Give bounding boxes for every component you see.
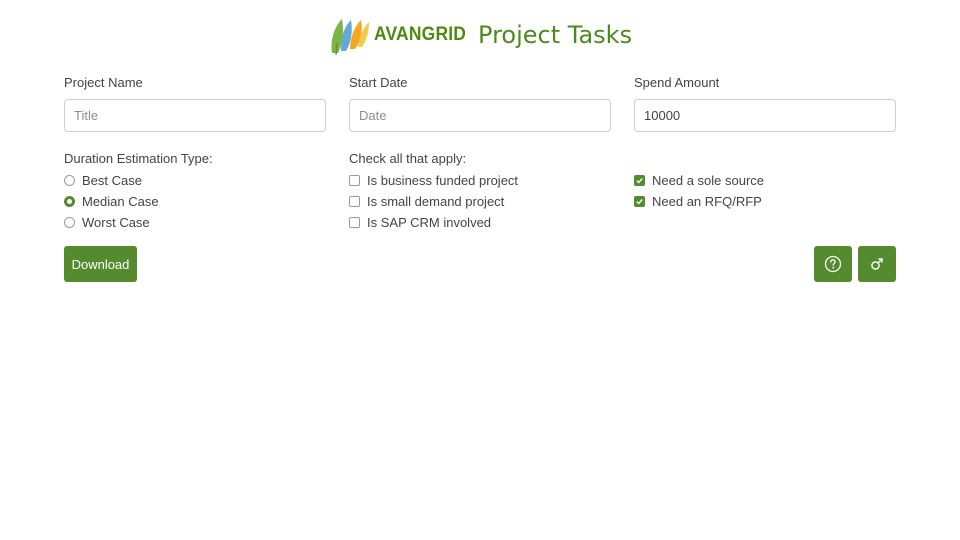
check-small-demand[interactable]: Is small demand project bbox=[349, 192, 504, 210]
checkmark-icon bbox=[636, 177, 643, 184]
radio-median-case[interactable]: Median Case bbox=[64, 192, 159, 210]
radio-label: Best Case bbox=[82, 172, 142, 188]
start-date-label: Start Date bbox=[349, 75, 408, 90]
radio-button-selected[interactable] bbox=[64, 195, 75, 207]
spend-amount-label: Spend Amount bbox=[634, 75, 720, 90]
check-business-funded[interactable]: Is business funded project bbox=[349, 171, 518, 189]
logo: AVANGRID Project Tasks bbox=[328, 13, 632, 57]
checkbox-checked[interactable] bbox=[634, 174, 645, 186]
checkbox-label: Is small demand project bbox=[367, 193, 505, 209]
radio-worst-case[interactable]: Worst Case bbox=[64, 213, 150, 231]
leaf-logo-icon bbox=[331, 19, 369, 56]
checkbox-checked[interactable] bbox=[634, 195, 645, 207]
page-title: Project Tasks bbox=[478, 21, 633, 49]
radio-button[interactable] bbox=[64, 174, 75, 186]
radio-label: Median Case bbox=[82, 193, 159, 209]
checkbox-label: Need a sole source bbox=[652, 172, 765, 188]
download-button[interactable]: Download bbox=[64, 246, 137, 282]
check-sap-crm[interactable]: Is SAP CRM involved bbox=[349, 213, 491, 231]
checkbox[interactable] bbox=[349, 195, 360, 207]
gender-icon bbox=[871, 258, 883, 270]
project-name-label: Project Name bbox=[64, 75, 143, 90]
help-button[interactable] bbox=[814, 246, 852, 282]
question-circle-icon bbox=[824, 255, 842, 273]
radio-label: Worst Case bbox=[82, 214, 150, 230]
checkmark-icon bbox=[636, 198, 643, 205]
check-sole-source[interactable]: Need a sole source bbox=[634, 171, 764, 189]
checkbox[interactable] bbox=[349, 174, 360, 186]
radio-button[interactable] bbox=[64, 216, 75, 228]
checks-group-label: Check all that apply: bbox=[349, 151, 467, 166]
checkbox-label: Is business funded project bbox=[367, 172, 519, 188]
checkbox-label: Is SAP CRM involved bbox=[367, 214, 492, 230]
spend-amount-input[interactable] bbox=[634, 99, 896, 132]
settings-button[interactable] bbox=[858, 246, 896, 282]
duration-type-label: Duration Estimation Type: bbox=[64, 151, 213, 166]
check-rfq-rfp[interactable]: Need an RFQ/RFP bbox=[634, 192, 762, 210]
radio-best-case[interactable]: Best Case bbox=[64, 171, 142, 189]
project-name-input[interactable] bbox=[64, 99, 326, 132]
brand-name: AVANGRID bbox=[373, 24, 467, 45]
start-date-input[interactable] bbox=[349, 99, 611, 132]
page-header: AVANGRID Project Tasks bbox=[0, 10, 960, 60]
checkbox-label: Need an RFQ/RFP bbox=[652, 193, 762, 209]
checkbox[interactable] bbox=[349, 216, 360, 228]
